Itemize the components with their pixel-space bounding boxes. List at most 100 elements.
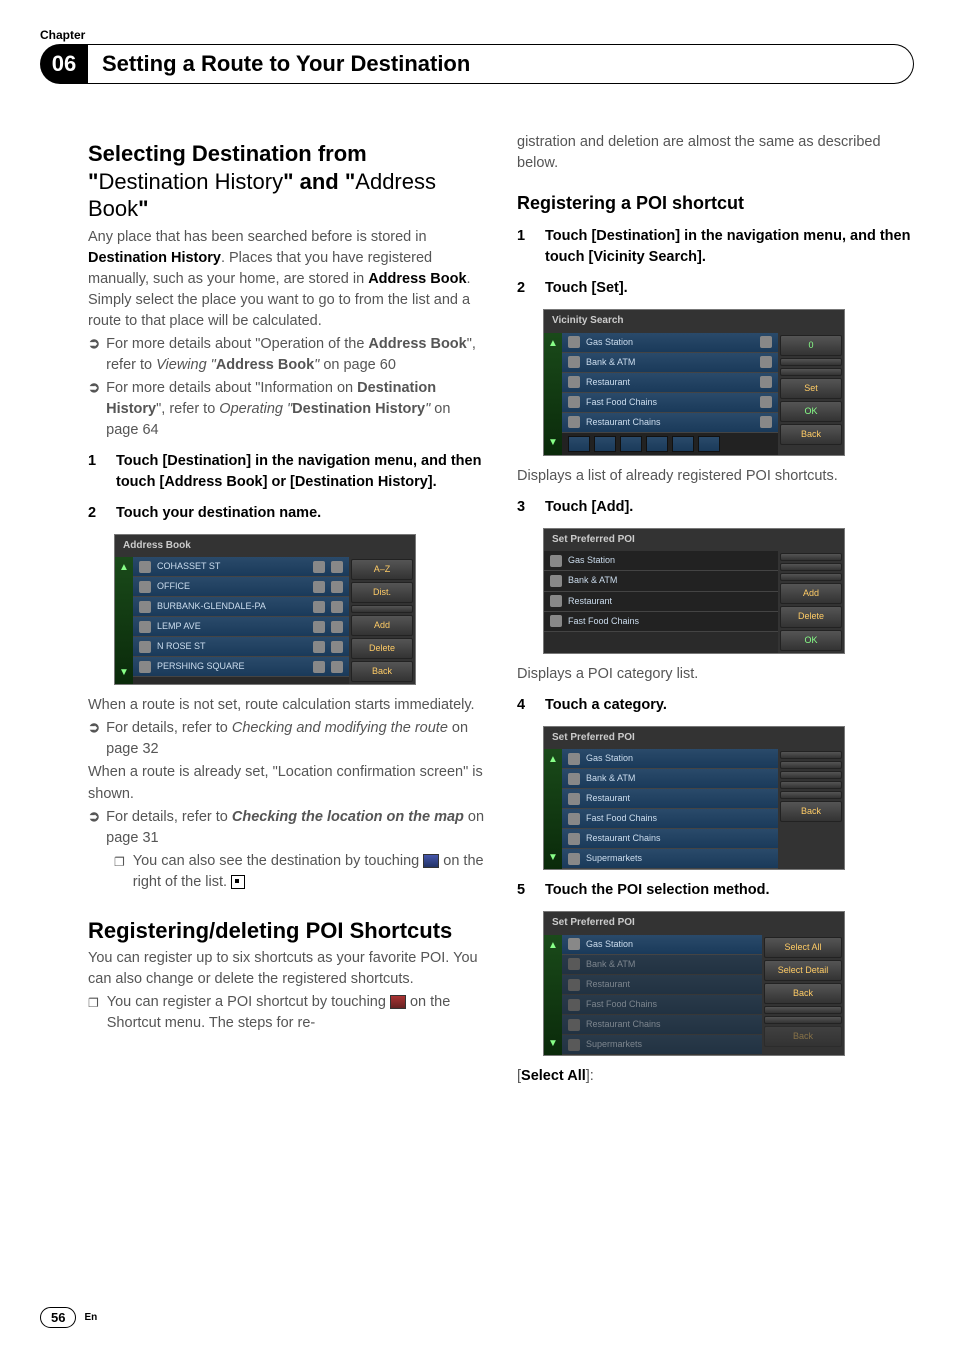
screenshot-set-preferred-3: Set Preferred POI ▲▼ Gas Station Bank & … xyxy=(543,911,845,1056)
info-icon xyxy=(331,621,343,633)
chevron-icon xyxy=(760,376,772,388)
language-label: En xyxy=(84,1312,97,1323)
poi-icon xyxy=(568,773,580,785)
shot-list: Gas Station Bank & ATM Restaurant Fast F… xyxy=(562,935,762,1055)
list-item: OFFICE xyxy=(133,577,349,597)
poi-icon xyxy=(568,938,580,950)
shot-title: Address Book xyxy=(115,535,415,558)
chevron-icon xyxy=(760,336,772,348)
flag-icon xyxy=(313,621,325,633)
poi-icon xyxy=(568,753,580,765)
shot-list: Gas Station Bank & ATM Restaurant Fast F… xyxy=(562,749,778,869)
xref-check-location: ➲ For details, refer to Checking the loc… xyxy=(88,807,485,849)
poi-icon xyxy=(550,615,562,627)
left-step-1: 1 Touch [Destination] in the navigation … xyxy=(88,451,485,493)
right-step-5: 5 Touch the POI selection method. xyxy=(517,880,914,901)
back-button: Back xyxy=(351,661,413,682)
list-item: COHASSET ST xyxy=(133,557,349,577)
page: Chapter 06 Setting a Route to Your Desti… xyxy=(0,0,954,1352)
right-step-3: 3 Touch [Add]. xyxy=(517,497,914,518)
screenshot-set-preferred-2: Set Preferred POI ▲▼ Gas Station Bank & … xyxy=(543,726,845,871)
note-route-set: When a route is already set, "Location c… xyxy=(88,762,485,804)
arrow-icon: ➲ xyxy=(88,718,100,760)
register-intro: You can register up to six shortcuts as … xyxy=(88,948,485,990)
list-item: Gas Station xyxy=(544,551,778,571)
content-columns: Selecting Destination from "Destination … xyxy=(88,130,914,1292)
select-detail-button: Select Detail xyxy=(764,960,842,981)
poi-icon xyxy=(568,396,580,408)
poi-icon xyxy=(568,1039,580,1051)
list-item: Fast Food Chains xyxy=(562,393,778,413)
list-item: Bank & ATM xyxy=(562,955,762,975)
list-item: Bank & ATM xyxy=(562,353,778,373)
set-button: Set xyxy=(780,378,842,399)
shot-title: Set Preferred POI xyxy=(544,529,844,552)
scroll-arrows: ▲▼ xyxy=(544,935,562,1055)
scroll-arrows: ▲▼ xyxy=(544,333,562,455)
chapter-number: 06 xyxy=(40,44,88,84)
poi-icon xyxy=(568,1019,580,1031)
list-item: Gas Station xyxy=(562,749,778,769)
poi-icon xyxy=(568,336,580,348)
list-item: Fast Food Chains xyxy=(544,612,778,632)
list-item: Restaurant xyxy=(562,789,778,809)
right-column: gistration and deletion are almost the s… xyxy=(517,130,914,1292)
shot-list: Gas Station Bank & ATM Restaurant Fast F… xyxy=(544,551,778,652)
info-icon xyxy=(331,561,343,573)
list-item: BURBANK-GLENDALE-PA xyxy=(133,597,349,617)
shot-side: Select All Select Detail Back Back xyxy=(762,935,844,1055)
delete-button: Delete xyxy=(351,638,413,659)
shot-side: 0 Set OK Back xyxy=(778,333,844,455)
list-item: Fast Food Chains xyxy=(562,995,762,1015)
note-icon: ❐ xyxy=(114,854,125,871)
continuation-text: gistration and deletion are almost the s… xyxy=(517,132,914,174)
chevron-icon xyxy=(760,416,772,428)
subheading-registering-poi: Registering a POI shortcut xyxy=(517,190,914,216)
page-footer: 56 En xyxy=(40,1307,97,1328)
shot-side: A–Z Dist. Add Delete Back xyxy=(349,557,415,684)
right-step-4: 4 Touch a category. xyxy=(517,695,914,716)
xref-check-route: ➲ For details, refer to Checking and mod… xyxy=(88,718,485,760)
shot-list: Gas Station Bank & ATM Restaurant Fast F… xyxy=(562,333,778,455)
pin-icon xyxy=(139,641,151,653)
left-column: Selecting Destination from "Destination … xyxy=(88,130,485,1292)
poi-icon xyxy=(568,356,580,368)
list-item: Bank & ATM xyxy=(544,571,778,591)
count-button: 0 xyxy=(780,335,842,356)
pin-icon xyxy=(139,561,151,573)
sort-az-button: A–Z xyxy=(351,559,413,580)
back-button: Back xyxy=(780,801,842,822)
back-button: Back xyxy=(780,424,842,445)
poi-icon xyxy=(568,958,580,970)
poi-icon xyxy=(568,416,580,428)
poi-icon xyxy=(550,575,562,587)
info-icon xyxy=(331,601,343,613)
list-item: Restaurant Chains xyxy=(562,413,778,433)
list-item: N ROSE ST xyxy=(133,637,349,657)
back-button: Back xyxy=(764,1026,842,1047)
list-item: Supermarkets xyxy=(562,1035,762,1055)
arrow-icon: ➲ xyxy=(88,378,100,441)
arrow-icon: ➲ xyxy=(88,334,100,376)
section-heading-registering: Registering/deleting POI Shortcuts xyxy=(88,917,485,945)
info-icon xyxy=(331,661,343,673)
caption-shortcuts-list: Displays a list of already registered PO… xyxy=(517,466,914,487)
poi-icon xyxy=(568,793,580,805)
note-icon: ❐ xyxy=(88,995,99,1012)
shot-bottom-bar xyxy=(562,433,778,455)
caption-category-list: Displays a POI category list. xyxy=(517,664,914,685)
poi-icon xyxy=(568,833,580,845)
list-item: Restaurant xyxy=(544,592,778,612)
list-item: Gas Station xyxy=(562,333,778,353)
xref-address-book: ➲ For more details about "Operation of t… xyxy=(88,334,485,376)
chapter-title-wrap: Setting a Route to Your Destination xyxy=(88,44,914,84)
screenshot-set-preferred-1: Set Preferred POI Gas Station Bank & ATM… xyxy=(543,528,845,654)
pin-icon xyxy=(139,581,151,593)
info-icon xyxy=(331,641,343,653)
screenshot-address-book: Address Book ▲▼ COHASSET ST OFFICE BURBA… xyxy=(114,534,416,686)
poi-icon xyxy=(568,853,580,865)
pin-icon xyxy=(139,621,151,633)
tip-touch-right: ❐ You can also see the destination by to… xyxy=(114,851,485,893)
flag-icon xyxy=(313,581,325,593)
chapter-title: Setting a Route to Your Destination xyxy=(102,51,470,77)
